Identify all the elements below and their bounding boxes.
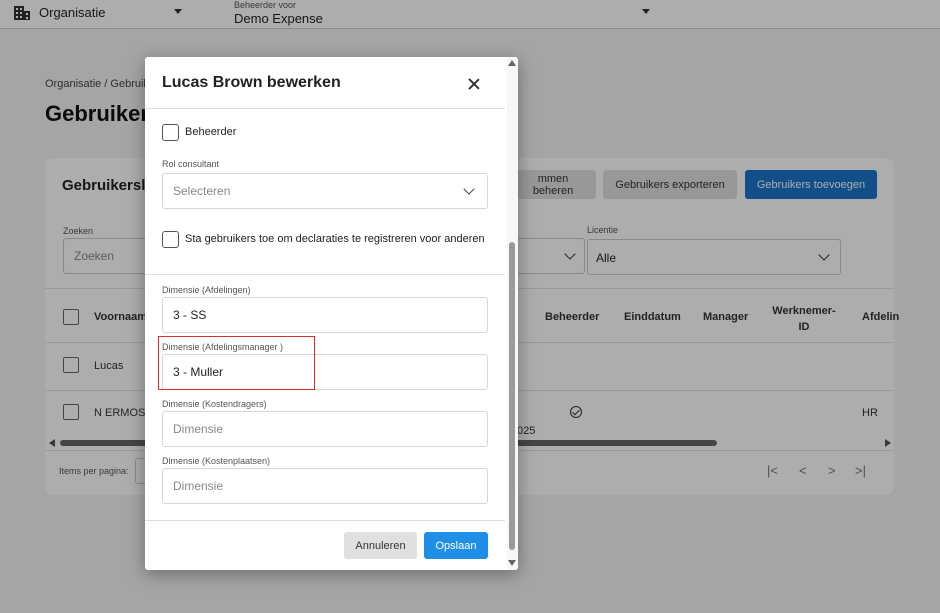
dim-departments-label: Dimensie (Afdelingen) [162,285,251,295]
dim-costcenters-label: Dimensie (Kostenplaatsen) [162,456,271,466]
save-button[interactable]: Opslaan [424,532,488,559]
close-icon[interactable] [465,75,483,93]
divider [145,520,505,521]
scroll-down-icon[interactable] [508,560,516,566]
vertical-scrollbar[interactable] [509,242,515,550]
dim-departments-field[interactable]: 3 - SS [162,297,488,333]
scroll-up-icon[interactable] [508,60,516,66]
role-placeholder: Selecteren [173,184,231,198]
dim-costcarriers-field[interactable]: Dimensie [162,411,488,447]
chevron-down-icon [463,183,475,195]
highlight-annotation [158,336,315,390]
admin-checkbox-label[interactable]: Beheerder [185,126,236,138]
dialog-title: Lucas Brown bewerken [162,74,341,91]
role-select[interactable]: Selecteren [162,173,488,209]
edit-user-dialog: Lucas Brown bewerken Beheerder Rol consu… [145,57,518,570]
admin-checkbox[interactable] [162,124,179,141]
divider [145,274,505,275]
dim-costcenters-field[interactable]: Dimensie [162,468,488,504]
allow-register-for-others-label[interactable]: Sta gebruikers toe om declaraties te reg… [185,233,485,245]
divider [145,108,505,109]
dim-costcarriers-label: Dimensie (Kostendragers) [162,399,267,409]
role-label: Rol consultant [162,159,220,169]
allow-register-for-others-checkbox[interactable] [162,231,179,248]
cancel-button[interactable]: Annuleren [344,532,417,559]
